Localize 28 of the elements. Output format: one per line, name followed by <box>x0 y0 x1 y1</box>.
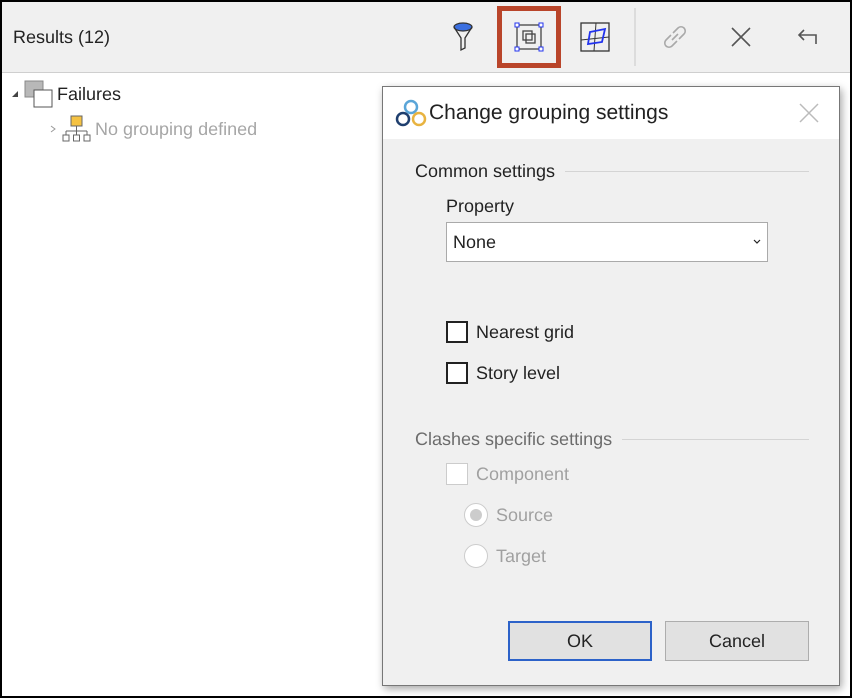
property-dropdown[interactable]: None <box>446 222 768 262</box>
section-title: Common settings <box>415 161 556 182</box>
chevron-down-icon <box>753 239 761 245</box>
section-title: Clashes specific settings <box>415 429 612 450</box>
dialog-title: Change grouping settings <box>429 101 668 125</box>
cancel-button[interactable]: Cancel <box>665 621 809 661</box>
hierarchy-icon <box>61 114 93 144</box>
checkbox[interactable] <box>446 321 468 343</box>
checkbox-label: Component <box>476 464 570 484</box>
link-icon <box>661 23 689 51</box>
ok-button[interactable]: OK <box>508 621 652 661</box>
funnel-icon <box>452 22 474 52</box>
layers-icon <box>23 79 55 109</box>
checkbox-label: Story level <box>476 362 560 384</box>
expand-arrow-icon[interactable] <box>11 90 21 98</box>
tree-item[interactable]: Failures <box>57 84 122 104</box>
area-grid-icon <box>580 22 610 52</box>
radio-label: Source <box>496 504 554 526</box>
field-label: Property <box>446 196 516 217</box>
checkbox[interactable] <box>446 362 468 384</box>
app-logo-icon <box>395 98 427 128</box>
checkbox-label: Nearest grid <box>476 322 574 342</box>
radio-label: Target <box>496 546 546 566</box>
panel-title: Results (12) <box>13 26 110 48</box>
grouping-icon <box>514 22 544 52</box>
close-icon <box>730 26 752 48</box>
return-arrow-icon <box>796 28 818 46</box>
grouping-button[interactable] <box>497 6 561 68</box>
